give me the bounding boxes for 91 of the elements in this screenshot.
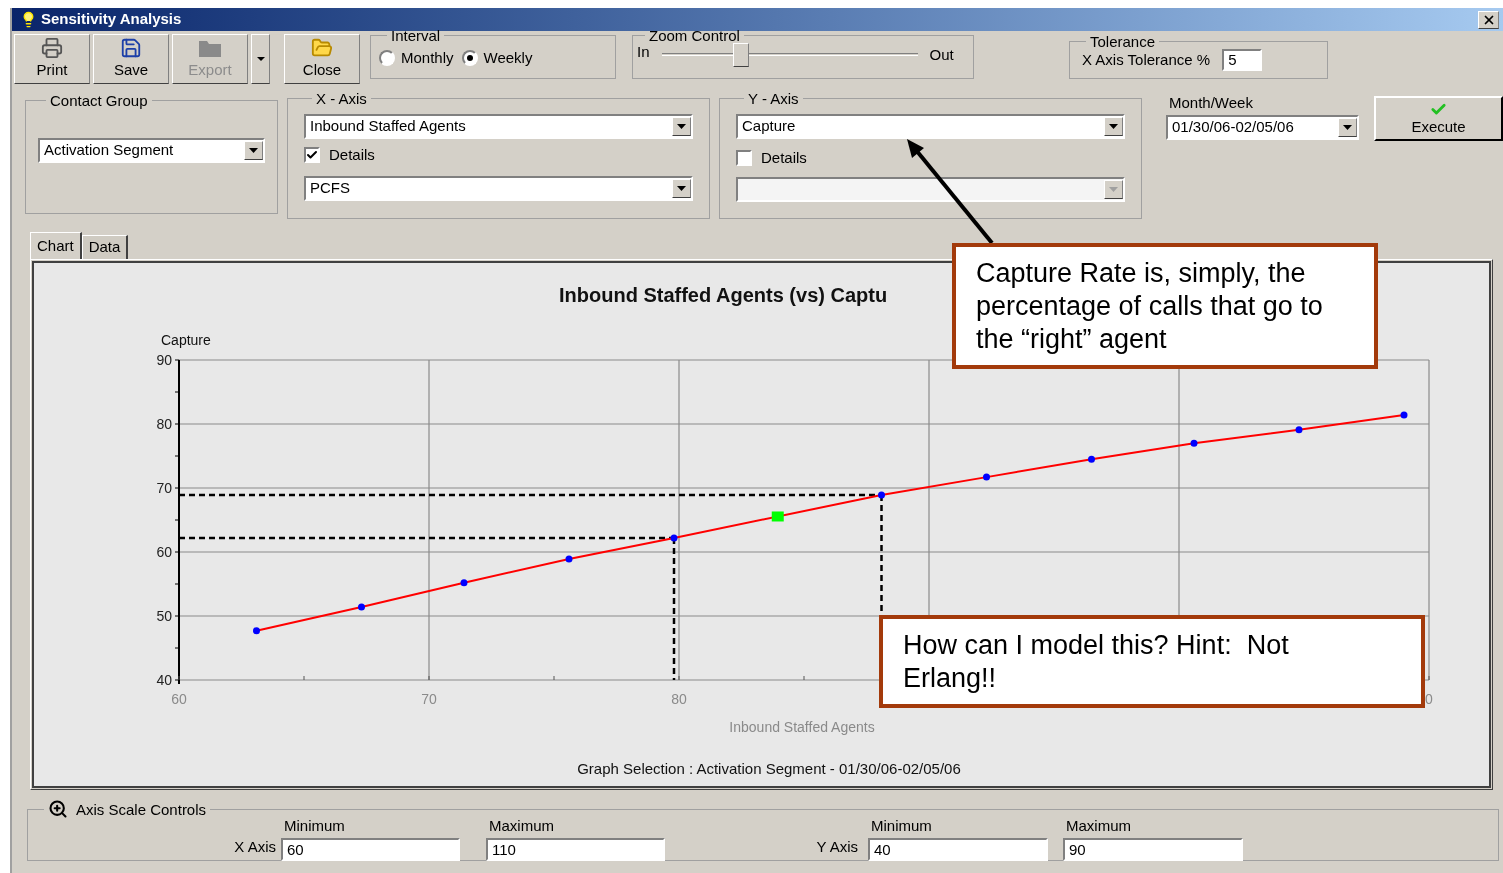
data-point [565, 555, 573, 563]
data-point [253, 627, 260, 635]
caret-icon [256, 57, 265, 61]
axis-tick-label: 70 [156, 480, 172, 496]
x-axis-label: X Axis [233, 837, 277, 857]
group-title: Interval [390, 28, 442, 43]
zoom-out-label: Out [929, 44, 954, 65]
field-label: Minimum [283, 816, 346, 836]
month-week-label: Month/Week [1168, 93, 1254, 113]
export-menu-button[interactable] [251, 34, 270, 84]
field-label: Maximum [488, 816, 555, 836]
group-title: Tolerance [1089, 34, 1157, 49]
axis-scale-input[interactable]: 40 [868, 837, 1048, 861]
axis-tick-label: 40 [156, 672, 172, 688]
group-title: Zoom Control [648, 28, 741, 43]
data-point [1400, 411, 1408, 419]
dropdown-field[interactable]: PCFS [304, 175, 693, 201]
axis-tick-label: 60 [171, 691, 187, 707]
save-button[interactable]: Save [93, 34, 169, 84]
dropdown-button[interactable] [244, 141, 263, 160]
print-button[interactable]: Print [14, 34, 90, 84]
dropdown-button[interactable] [672, 178, 691, 198]
checkbox[interactable] [304, 147, 320, 164]
dropdown-button[interactable] [672, 117, 691, 136]
caret-icon [249, 148, 258, 153]
data-point [358, 603, 365, 611]
close-button[interactable] [1478, 10, 1499, 29]
dropdown-button[interactable] [1338, 117, 1357, 137]
dropdown-field[interactable]: Capture [736, 114, 1125, 139]
axis-scale-input[interactable]: 90 [1063, 837, 1243, 861]
axis-scale-input[interactable]: 60 [281, 837, 460, 861]
group-title: Contact Group [49, 93, 149, 108]
axis-title: Capture [161, 332, 211, 348]
checkbox[interactable] [736, 150, 752, 167]
graph-selection-text: Graph Selection : Activation Segment - 01/30/06-02/05/06 [577, 760, 961, 777]
axis-tick-label: 80 [156, 416, 172, 432]
tolerance-input[interactable]: 5 [1222, 49, 1263, 72]
group-title: Axis Scale Controls [76, 801, 207, 817]
axis-tick-label: 50 [156, 608, 172, 624]
radio-button[interactable] [379, 50, 395, 67]
caret-icon [1343, 124, 1352, 130]
tolerance-label: X Axis Tolerance % [1082, 50, 1211, 70]
dropdown-field[interactable]: Inbound Staffed Agents [304, 114, 693, 139]
axis-tick-label: 0 [1425, 691, 1433, 707]
data-point [1295, 426, 1303, 434]
callout-text: How can I model this? Hint: Not Erlang!! [903, 629, 1290, 695]
caret-icon [677, 185, 686, 191]
axis-tick-label: 80 [671, 691, 687, 707]
close-button[interactable]: Close [284, 34, 360, 84]
radio-option[interactable]: Weekly [461, 47, 533, 70]
field-label: Maximum [1065, 816, 1132, 836]
chart-title: Inbound Staffed Agents (vs) Captu [559, 284, 888, 306]
callout-text: Capture Rate is, simply, the percentage of calls that go to the “right” agent [976, 257, 1324, 356]
y-axis-label: Y Axis [815, 837, 859, 857]
dropdown-field[interactable]: 01/30/06-02/05/06 [1166, 114, 1359, 140]
slider-thumb[interactable] [732, 43, 749, 67]
data-point [1088, 455, 1095, 463]
tab[interactable]: Chart [30, 232, 82, 259]
data-point [1190, 439, 1198, 447]
caret-icon [1109, 186, 1118, 192]
tab[interactable]: Data [81, 235, 129, 259]
data-point [670, 534, 678, 542]
dropdown-field[interactable]: Activation Segment [38, 138, 265, 163]
details-label: Details [329, 145, 375, 165]
highlight-marker [771, 511, 784, 522]
checkmark-icon [306, 149, 318, 162]
data-point [983, 473, 990, 481]
zoom-in-label: In [637, 41, 650, 62]
details-label: Details [761, 148, 807, 168]
radio-option[interactable]: Monthly [379, 47, 454, 70]
data-point [460, 579, 468, 587]
group-title: X - Axis [315, 91, 368, 106]
folder-icon [311, 36, 333, 59]
axis-scale-input[interactable]: 110 [486, 837, 665, 861]
printer-icon [41, 36, 63, 59]
data-point [878, 491, 885, 499]
axis-title: Inbound Staffed Agents [729, 719, 875, 735]
floppy-icon [120, 36, 142, 59]
field-label: Minimum [870, 816, 933, 836]
axis-tick-label: 90 [156, 352, 172, 368]
caret-icon [1109, 124, 1118, 129]
axis-tick-label: 70 [421, 691, 437, 707]
group-title: Y - Axis [747, 91, 800, 106]
zoom-slider[interactable] [661, 43, 918, 67]
caret-icon [677, 124, 686, 129]
execute-button[interactable]: Execute [1374, 96, 1503, 141]
dropdown-button[interactable] [1104, 117, 1123, 136]
window-title: Sensitivity Analysis [41, 9, 182, 30]
axis-tick-label: 60 [156, 544, 172, 560]
radio-button[interactable] [461, 50, 478, 67]
zoom-in-icon [48, 799, 68, 819]
